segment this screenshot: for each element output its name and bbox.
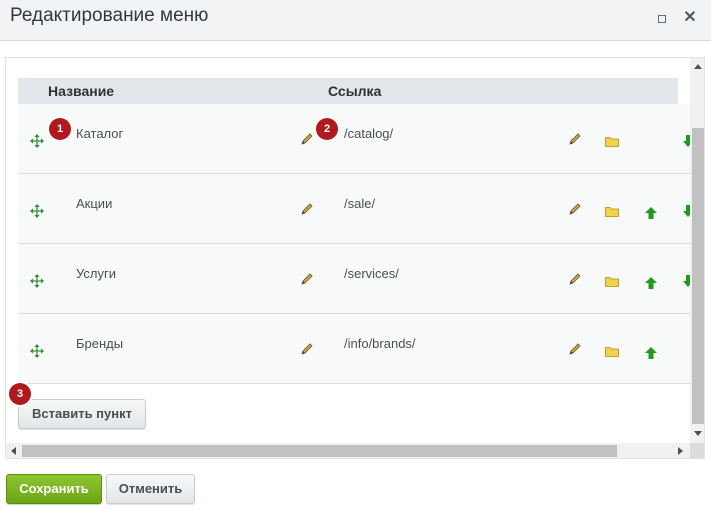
insert-item-button[interactable]: Вставить пункт: [18, 399, 146, 429]
maximize-icon: [658, 15, 666, 23]
arrow-up-icon[interactable]: [645, 207, 657, 219]
dialog-titlebar: Редактирование меню ✕: [0, 0, 711, 41]
content-panel: Название Ссылка Каталог /catalog/ Акции …: [5, 57, 705, 459]
pencil-icon[interactable]: [300, 132, 314, 146]
scroll-down-icon[interactable]: [694, 431, 702, 436]
item-name: Акции: [76, 196, 113, 211]
save-button[interactable]: Сохранить: [6, 474, 102, 504]
header-link: Ссылка: [328, 83, 382, 99]
close-icon: ✕: [683, 9, 697, 26]
close-button[interactable]: ✕: [681, 10, 699, 28]
horizontal-scroll-thumb[interactable]: [22, 445, 617, 457]
table-row: Каталог /catalog/: [18, 104, 690, 174]
vertical-scroll-thumb[interactable]: [692, 128, 704, 424]
arrow-up-icon[interactable]: [645, 277, 657, 289]
pencil-icon[interactable]: [568, 272, 582, 286]
item-name: Каталог: [76, 126, 124, 141]
item-name: Услуги: [76, 266, 116, 281]
header-name: Название: [48, 83, 115, 99]
pencil-icon[interactable]: [300, 202, 314, 216]
table-row: Акции /sale/: [18, 174, 690, 244]
badge-1: 1: [49, 118, 71, 140]
badge-2: 2: [316, 118, 338, 140]
scroll-area: Название Ссылка Каталог /catalog/ Акции …: [6, 58, 690, 443]
move-arrows-icon[interactable]: [30, 134, 44, 148]
pencil-icon[interactable]: [300, 272, 314, 286]
folder-icon[interactable]: [605, 206, 619, 217]
arrow-down-icon[interactable]: [683, 275, 690, 287]
cancel-button[interactable]: Отменить: [106, 474, 195, 504]
arrow-down-icon[interactable]: [683, 205, 690, 217]
scrollbar-corner: [690, 443, 704, 458]
pencil-icon[interactable]: [568, 342, 582, 356]
scroll-right-icon[interactable]: [678, 447, 683, 455]
badge-3: 3: [9, 383, 31, 405]
item-link: /catalog/: [344, 126, 394, 141]
folder-icon[interactable]: [605, 136, 619, 147]
item-link: /services/: [344, 266, 399, 281]
item-link: /sale/: [344, 196, 376, 211]
horizontal-scrollbar[interactable]: [6, 443, 690, 458]
maximize-button[interactable]: [653, 10, 671, 28]
scroll-left-icon[interactable]: [11, 447, 16, 455]
table-header: Название Ссылка: [18, 78, 678, 104]
pencil-icon[interactable]: [568, 202, 582, 216]
pencil-icon[interactable]: [568, 132, 582, 146]
folder-icon[interactable]: [605, 346, 619, 357]
item-name: Бренды: [76, 336, 124, 351]
scroll-up-icon[interactable]: [694, 64, 702, 69]
table-row: Услуги /services/: [18, 244, 690, 314]
move-arrows-icon[interactable]: [30, 204, 44, 218]
pencil-icon[interactable]: [300, 342, 314, 356]
move-arrows-icon[interactable]: [30, 274, 44, 288]
menu-edit-dialog: Редактирование меню ✕ Название Ссылка Ка…: [0, 0, 711, 511]
arrow-up-icon[interactable]: [645, 347, 657, 359]
move-arrows-icon[interactable]: [30, 344, 44, 358]
folder-icon[interactable]: [605, 276, 619, 287]
vertical-scrollbar[interactable]: [690, 58, 704, 443]
dialog-title: Редактирование меню: [10, 5, 209, 26]
arrow-down-icon[interactable]: [683, 135, 690, 147]
item-link: /info/brands/: [344, 336, 416, 351]
table-row: Бренды /info/brands/: [18, 314, 690, 384]
